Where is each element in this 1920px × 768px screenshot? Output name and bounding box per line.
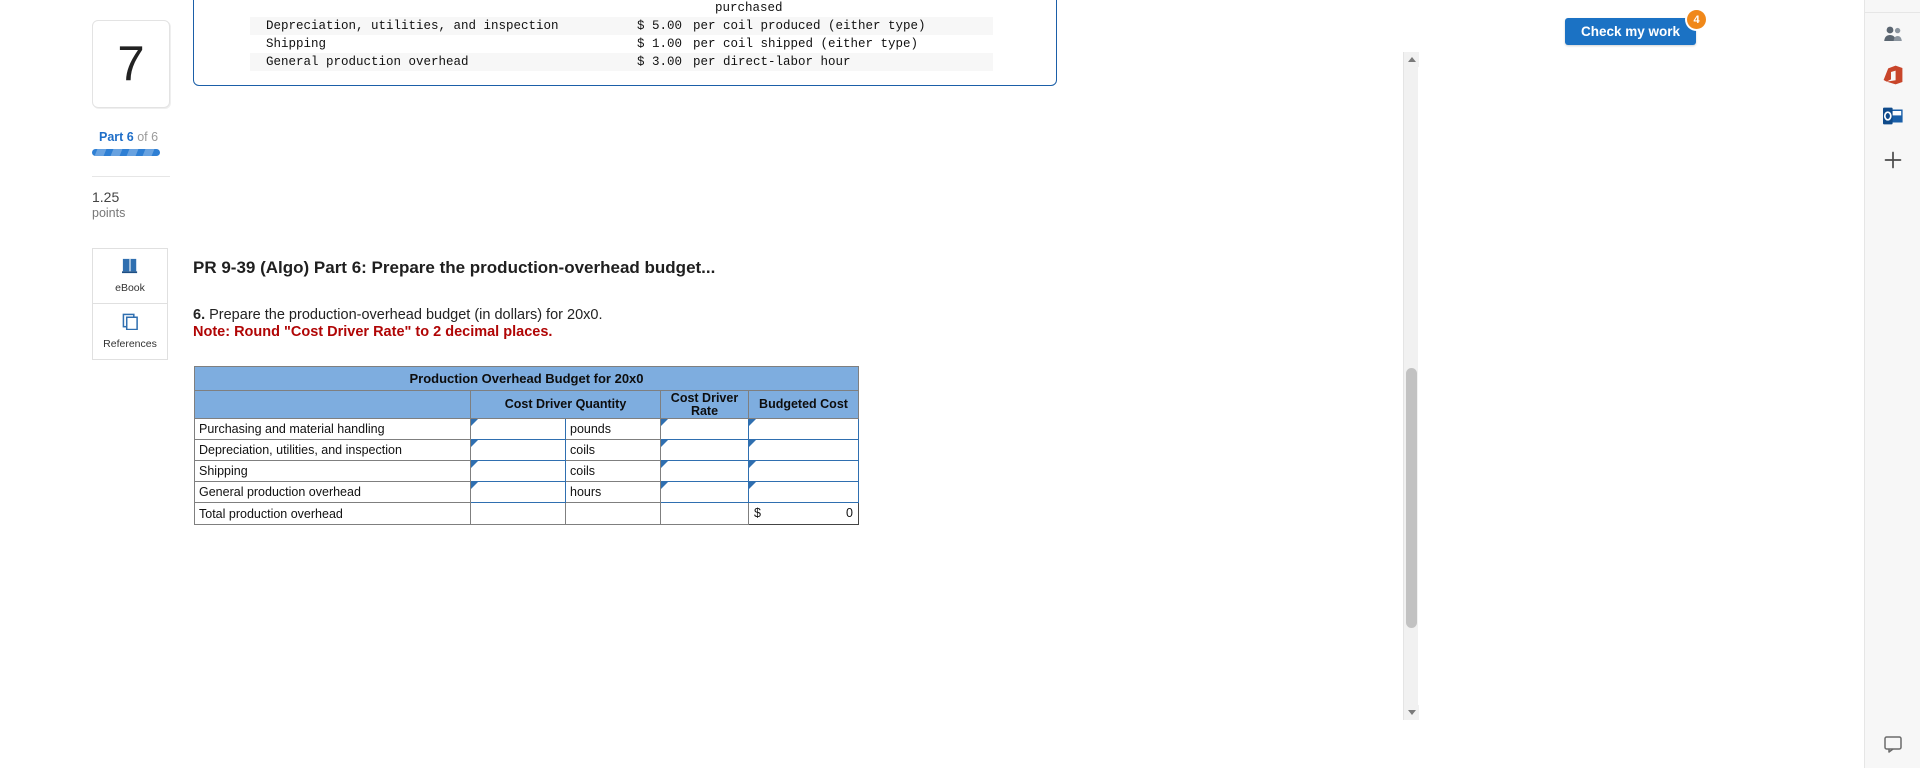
appbar-divider xyxy=(1865,12,1920,13)
table-row: General production overhead $ 3.00 per d… xyxy=(250,53,994,71)
quantity-input-cell[interactable] xyxy=(470,481,566,503)
budget-row-label: Depreciation, utilities, and inspection xyxy=(194,439,471,461)
cost-input-cell[interactable] xyxy=(748,439,859,461)
status-badge: 4 xyxy=(1687,10,1706,29)
table-row: Shipping $ 1.00 per coil shipped (either… xyxy=(250,35,993,53)
quantity-input-cell[interactable] xyxy=(470,460,566,482)
total-currency-symbol: $ xyxy=(754,506,761,520)
total-cost-cell: $ 0 xyxy=(748,502,859,525)
table-row: General production overhead hours xyxy=(194,481,859,503)
app-sidebar xyxy=(1864,0,1920,768)
quantity-unit: coils xyxy=(565,460,661,482)
total-row-label: Total production overhead xyxy=(194,502,471,525)
vertical-scrollbar[interactable] xyxy=(1403,52,1419,720)
references-icon xyxy=(122,313,139,335)
budget-row-label: General production overhead xyxy=(194,481,471,503)
quantity-input-cell[interactable] xyxy=(470,418,566,440)
production-overhead-budget-table: Production Overhead Budget for 20x0 Cost… xyxy=(194,366,859,525)
ebook-label: eBook xyxy=(115,282,145,294)
points-value: 1.25 xyxy=(92,189,120,205)
main-content: Heavy coil 10,500 11,500 Production over… xyxy=(193,0,1409,768)
overhead-rate-amount: $ 5.00 xyxy=(636,19,682,33)
budget-total-row: Total production overhead $ 0 xyxy=(194,502,859,525)
reference-info-box: Heavy coil 10,500 11,500 Production over… xyxy=(193,0,1057,86)
overhead-cost-table: Overhead Cost Item Activity-Based Budget… xyxy=(250,0,994,71)
budget-header-blank xyxy=(194,390,471,419)
feedback-icon[interactable] xyxy=(1879,730,1907,758)
total-blank-unit xyxy=(565,502,661,525)
part-current: Part 6 xyxy=(99,130,134,144)
overhead-rate-desc: per pound of sheet metal and copper wire… xyxy=(682,0,993,17)
outlook-icon[interactable] xyxy=(1879,102,1907,130)
table-row: Purchasing and material handling $ 0.60 … xyxy=(250,0,993,17)
overhead-item-name: Shipping xyxy=(266,37,327,51)
left-rail: 7 Part 6 of 6 1.25 points eBook Referenc… xyxy=(0,0,193,768)
budget-row-label: Purchasing and material handling xyxy=(194,418,471,440)
table-row: Depreciation, utilities, and inspection … xyxy=(194,439,859,461)
page-title: PR 9-39 (Algo) Part 6: Prepare the produ… xyxy=(193,258,716,277)
overhead-item-name: General production overhead xyxy=(266,55,469,69)
table-row: Purchasing and material handling pounds xyxy=(194,418,859,440)
points-label: points xyxy=(92,206,126,220)
quantity-unit: pounds xyxy=(565,418,661,440)
budget-title-row: Production Overhead Budget for 20x0 xyxy=(194,366,859,391)
cost-input-cell[interactable] xyxy=(748,418,859,440)
overhead-item-name: Depreciation, utilities, and inspection xyxy=(266,19,559,33)
office-icon[interactable] xyxy=(1879,61,1907,89)
budget-header-rate: Cost Driver Rate xyxy=(660,390,749,419)
part-indicator: Part 6 of 6 xyxy=(99,130,158,144)
question-number: 7 xyxy=(117,36,145,91)
references-label: References xyxy=(103,338,157,350)
ebook-button[interactable]: eBook xyxy=(93,249,167,304)
quantity-unit: coils xyxy=(565,439,661,461)
cost-input-cell[interactable] xyxy=(748,460,859,482)
budget-table-wrapper: Production Overhead Budget for 20x0 Cost… xyxy=(194,366,859,525)
part-progress-bar xyxy=(92,149,160,156)
rate-input-cell[interactable] xyxy=(660,439,749,461)
budget-header-rate-line1: Cost Driver xyxy=(670,390,739,405)
overhead-item-name: Purchasing and material handling xyxy=(250,0,614,17)
total-cost-value: 0 xyxy=(846,506,853,520)
people-icon[interactable] xyxy=(1879,20,1907,48)
total-blank-rate xyxy=(660,502,749,525)
overhead-rate-desc: per coil produced (either type) xyxy=(693,19,926,33)
cost-input-cell[interactable] xyxy=(748,481,859,503)
references-button[interactable]: References xyxy=(93,304,167,359)
table-row: Shipping coils xyxy=(194,460,859,482)
table-row: Depreciation, utilities, and inspection … xyxy=(250,17,994,35)
budget-table-title: Production Overhead Budget for 20x0 xyxy=(194,366,859,391)
quantity-input-cell[interactable] xyxy=(470,439,566,461)
budget-row-label: Shipping xyxy=(194,460,471,482)
part-total: of 6 xyxy=(133,130,159,144)
rate-input-cell[interactable] xyxy=(660,418,749,440)
overhead-rate-amount: $ 3.00 xyxy=(636,55,682,69)
question-number-label: 6. xyxy=(193,307,206,323)
rate-input-cell[interactable] xyxy=(660,481,749,503)
rounding-note: Note: Round "Cost Driver Rate" to 2 deci… xyxy=(193,324,553,340)
overhead-rate-desc: per coil shipped (either type) xyxy=(693,37,919,51)
tool-group: eBook References xyxy=(92,248,168,360)
budget-header-rate-line2: Rate xyxy=(690,403,719,418)
page-root: 7 Part 6 of 6 1.25 points eBook Referenc… xyxy=(0,0,1920,768)
question-body: Prepare the production-overhead budget (… xyxy=(205,307,603,323)
total-blank-qty xyxy=(470,502,566,525)
overhead-rate-desc-line2: purchased xyxy=(715,1,783,15)
add-icon[interactable] xyxy=(1879,146,1907,174)
rate-input-cell[interactable] xyxy=(660,460,749,482)
budget-header-row: Cost Driver Quantity Cost Driver Rate Bu… xyxy=(194,390,859,419)
budget-header-quantity: Cost Driver Quantity xyxy=(470,390,661,419)
quantity-unit: hours xyxy=(565,481,661,503)
overhead-rate-amount: $ 1.00 xyxy=(636,37,682,51)
overhead-rate-amount: $ 0.60 xyxy=(614,0,682,17)
scroll-down-arrow-icon[interactable] xyxy=(1404,705,1419,720)
book-icon xyxy=(121,258,139,279)
check-my-work-button[interactable]: Check my work xyxy=(1564,18,1696,45)
question-text: 6. Prepare the production-overhead budge… xyxy=(193,307,602,323)
question-number-card: 7 xyxy=(92,20,170,108)
rail-divider xyxy=(92,176,170,177)
overhead-rate-desc: per direct-labor hour xyxy=(693,55,851,69)
scroll-up-arrow-icon[interactable] xyxy=(1404,52,1419,67)
scrollbar-thumb[interactable] xyxy=(1406,368,1417,628)
budget-header-cost: Budgeted Cost xyxy=(748,390,859,419)
